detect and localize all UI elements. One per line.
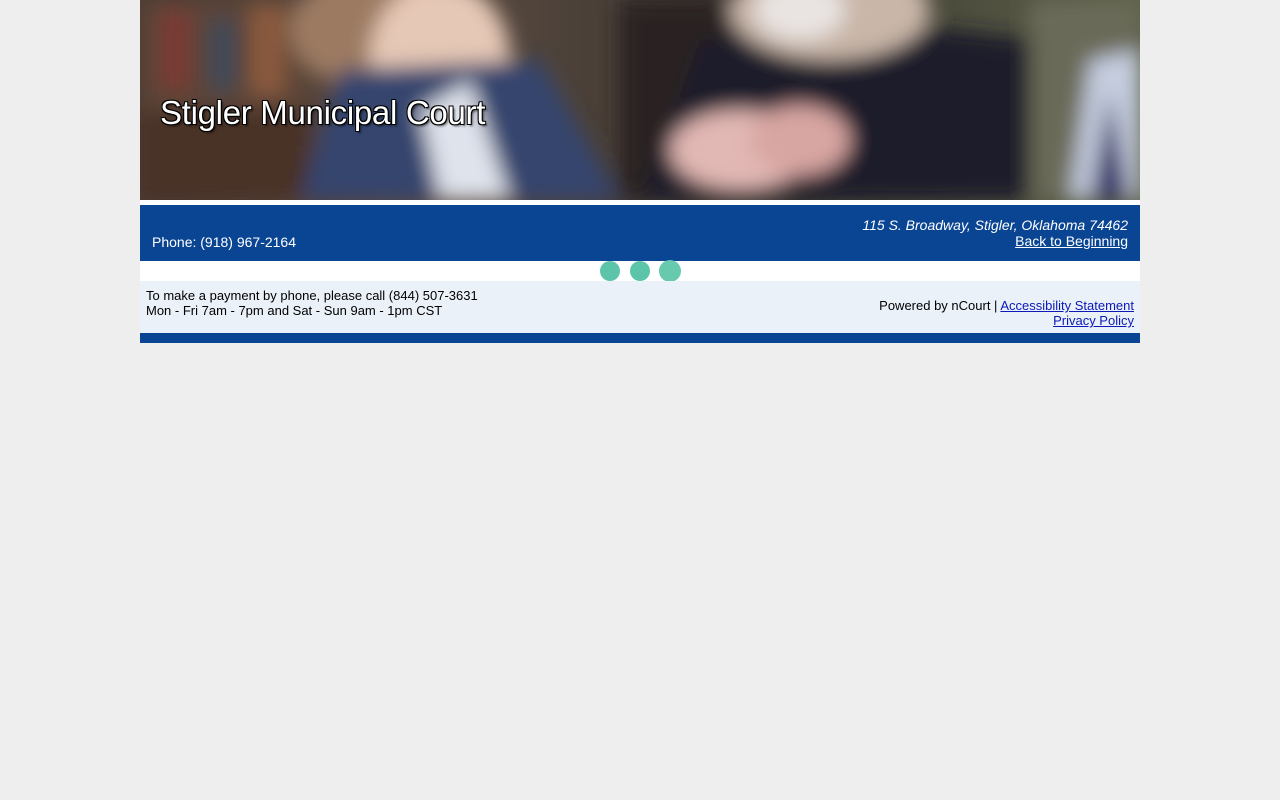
loading-dot <box>600 261 620 281</box>
info-bar: Phone: (918) 967-2164 115 S. Broadway, S… <box>140 205 1140 261</box>
accessibility-statement-link[interactable]: Accessibility Statement <box>1000 298 1134 313</box>
page-container: Stigler Municipal Court Phone: (918) 967… <box>140 0 1140 343</box>
powered-by-line: Powered by nCourt | Accessibility Statem… <box>879 298 1134 313</box>
loading-indicator <box>140 260 1140 282</box>
privacy-policy-link[interactable]: Privacy Policy <box>1053 313 1134 328</box>
court-title: Stigler Municipal Court <box>160 94 486 131</box>
court-address: 115 S. Broadway, Stigler, Oklahoma 74462 <box>862 217 1128 233</box>
payment-phone-text: To make a payment by phone, please call … <box>146 288 478 303</box>
bottom-bar <box>140 333 1140 343</box>
back-to-beginning-link[interactable]: Back to Beginning <box>1015 233 1128 249</box>
payment-hours-text: Mon - Fri 7am - 7pm and Sat - Sun 9am - … <box>146 303 443 318</box>
loading-dot <box>630 261 650 281</box>
footer: To make a payment by phone, please call … <box>140 281 1140 333</box>
header-banner: Stigler Municipal Court <box>140 0 1140 200</box>
powered-by-text: Powered by nCourt | <box>879 298 1001 313</box>
phone-number: Phone: (918) 967-2164 <box>152 234 296 250</box>
loading-dot <box>659 260 681 282</box>
